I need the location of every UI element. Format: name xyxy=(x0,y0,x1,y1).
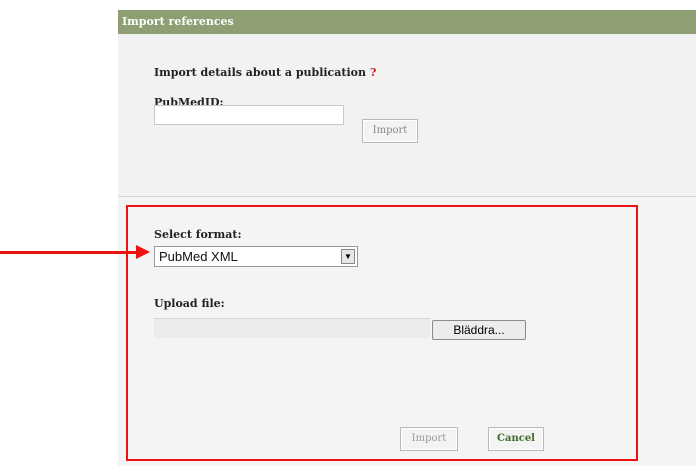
pubmed-id-input[interactable] xyxy=(154,105,344,125)
pubmed-import-button[interactable]: Import xyxy=(362,119,418,143)
highlight-frame xyxy=(126,205,638,461)
publication-heading: Import details about a publication? xyxy=(154,66,376,79)
arrow-right-icon xyxy=(136,245,150,259)
publication-heading-text: Import details about a publication xyxy=(154,66,366,79)
annotation-arrow-line xyxy=(0,251,138,254)
dialog-title: Import references xyxy=(118,10,696,34)
help-icon[interactable]: ? xyxy=(370,66,376,79)
